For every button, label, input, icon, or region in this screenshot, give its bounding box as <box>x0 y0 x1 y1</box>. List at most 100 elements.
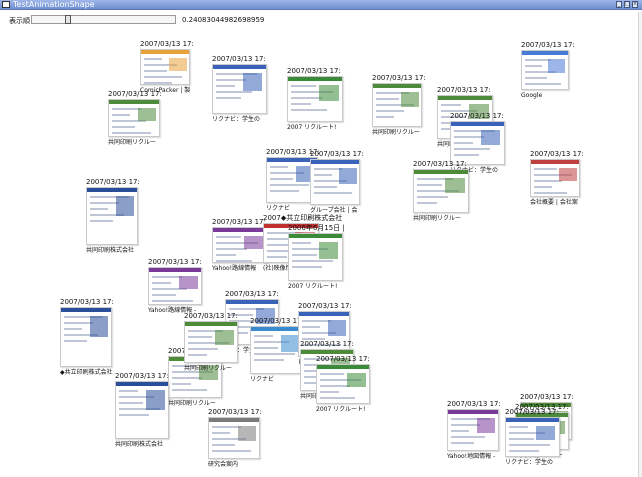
thumbnail-timestamp: 2007/03/13 17: <box>505 408 559 416</box>
page-screenshot <box>212 64 267 114</box>
thumbnail-timestamp: 2007/03/13 17: <box>437 86 491 94</box>
page-screenshot <box>372 83 422 127</box>
title-bar: TestAnimationShape _ □ × <box>0 0 642 10</box>
page-thumbnail[interactable]: 2007/03/13 17: 共同印刷リクルー <box>413 160 481 222</box>
thumbnail-timestamp: 2007/03/13 17: <box>60 298 114 306</box>
thumbnail-timestamp: 2007/03/13 17: <box>115 372 169 380</box>
thumbnail-title: Yahoo!地図情報 - <box>447 453 496 460</box>
right-edge-bar <box>638 12 642 477</box>
thumbnail-title: 共同印刷リクルー <box>372 129 420 136</box>
thumbnail-timestamp: 2007/03/13 17: <box>413 160 467 168</box>
thumbnail-timestamp: 2007/03/13 17: <box>225 290 279 298</box>
page-screenshot <box>505 417 560 457</box>
page-thumbnail[interactable]: 2007/03/13 17: 共同印刷リクルー <box>108 90 172 146</box>
thumbnail-title: リクナビ <box>250 376 275 383</box>
thumbnail-title: グループ会社 | 会 <box>310 207 358 214</box>
thumbnail-title: 会社概要 | 会社案 <box>530 199 578 206</box>
thumbnail-timestamp: 2007/03/13 17: <box>298 302 352 310</box>
thumbnail-title: リクナビ：学生の <box>505 459 554 466</box>
page-screenshot <box>413 169 469 213</box>
thumbnail-timestamp: 2007/03/13 17: <box>521 41 575 49</box>
page-screenshot <box>447 409 499 451</box>
thumbnail-title: Yahoo!路線情報 <box>212 265 257 272</box>
thumbnail-timestamp: 2007/03/13 17: <box>212 55 266 63</box>
thumbnail-timestamp: 2007/03/13 17: <box>250 317 304 325</box>
thumbnail-title: リクナビ：学生の <box>212 116 261 123</box>
thumbnail-timestamp: 2007/03/13 17: <box>208 408 262 416</box>
page-thumbnail[interactable]: 2007/03/13 17: ◆共立印刷株式会社 <box>60 298 124 376</box>
page-thumbnail[interactable]: 2007/03/13 17: グループ会社 | 会 <box>310 150 372 214</box>
thumbnail-timestamp: 2007◆共立印刷株式会社 <box>263 214 343 222</box>
thumbnail-timestamp: 2007/03/13 17: <box>140 40 194 48</box>
page-thumbnail[interactable]: 2007/03/13 17: 共同印刷リクルー <box>372 74 434 136</box>
page-screenshot <box>108 99 160 137</box>
thumbnail-title: 共同印刷株式会社 <box>115 441 164 448</box>
page-thumbnail[interactable]: 2007/03/13 17: 2007 リクルート! <box>287 67 355 131</box>
toolbar: 表示順 0.24083044982698959 <box>0 11 642 27</box>
thumbnail-title: 共同印刷リクルー <box>108 139 156 146</box>
thumbnail-timestamp: 2007/03/13 17: <box>447 400 501 408</box>
page-thumbnail[interactable]: 2007/03/13 17: 共同印刷リクルー <box>184 312 250 372</box>
page-screenshot <box>310 159 360 205</box>
page-screenshot <box>212 227 268 263</box>
page-screenshot <box>287 76 343 122</box>
thumbnail-title: 共同印刷株式会社 <box>86 247 135 254</box>
thumbnail-timestamp: 2007/03/13 17: <box>520 393 574 401</box>
thumbnail-title: 研究会案内 <box>208 461 239 468</box>
page-screenshot <box>521 50 569 90</box>
thumbnail-timestamp: 2007/03/13 17: <box>450 112 504 120</box>
page-screenshot <box>148 267 202 305</box>
slider-value: 0.24083044982698959 <box>182 16 265 24</box>
close-icon[interactable]: × <box>632 1 638 8</box>
thumbnail-title: リクナビ <box>266 205 291 212</box>
page-screenshot <box>288 233 343 281</box>
thumbnail-timestamp: 2007/03/13 17: <box>300 340 354 348</box>
thumbnail-timestamp: 2007/03/13 17: <box>86 178 140 186</box>
page-screenshot <box>184 321 238 363</box>
page-screenshot <box>60 307 112 367</box>
display-order-slider[interactable] <box>31 15 176 24</box>
page-screenshot <box>530 159 580 197</box>
thumbnail-title: Google <box>521 92 543 99</box>
page-thumbnail[interactable]: 2006年6月15日 | 2007 リクルート! <box>288 224 355 290</box>
page-thumbnail[interactable]: 2007/03/13 17: 共同印刷株式会社 <box>115 372 181 448</box>
minimize-icon[interactable]: _ <box>616 1 622 8</box>
thumbnail-timestamp: 2007/03/13 17: <box>530 150 584 158</box>
thumbnail-title: 2007 リクルート! <box>287 124 337 131</box>
page-thumbnail[interactable]: 2007/03/13 17: リクナビ：学生の <box>212 55 279 123</box>
thumbnail-title: 2007 リクルート! <box>288 283 338 290</box>
page-thumbnail[interactable]: 2007/03/13 17: Google <box>521 41 581 99</box>
display-order-label: 表示順 <box>9 17 30 25</box>
slider-thumb[interactable] <box>65 15 72 24</box>
page-screenshot <box>250 326 304 374</box>
window-title: TestAnimationShape <box>13 0 95 9</box>
thumbnail-timestamp: 2007/03/13 17: <box>108 90 162 98</box>
thumbnail-title: 共同印刷リクルー <box>184 365 232 372</box>
thumbnail-title: 共同印刷リクルー <box>413 215 461 222</box>
thumbnail-timestamp: 2007/03/13 17: <box>287 67 341 75</box>
thumbnail-timestamp: 2007/03/13 17: <box>184 312 238 320</box>
page-thumbnail[interactable]: 2007/03/13 17: 会社概要 | 会社案 <box>530 150 592 206</box>
thumbnail-timestamp: 2007/03/13 17: <box>372 74 426 82</box>
page-thumbnail[interactable]: 2007/03/13 17: Yahoo!路線情報 - <box>148 258 214 314</box>
page-screenshot <box>208 417 260 459</box>
thumbnail-title: ◆共立印刷株式会社 <box>60 369 113 376</box>
page-thumbnail[interactable]: 2007/03/13 17: 2007 リクルート! <box>316 355 382 413</box>
page-thumbnail[interactable]: 2007/03/13 17: Yahoo!地図情報 - <box>447 400 511 460</box>
page-thumbnail[interactable]: 2007/03/13 17: リクナビ：学生の <box>505 408 572 466</box>
page-thumbnail[interactable]: 2007/03/13 17: ComicPacker | 製 <box>140 40 202 94</box>
maximize-icon[interactable]: □ <box>624 1 630 8</box>
app-icon <box>2 1 10 8</box>
page-screenshot <box>140 49 190 85</box>
page-screenshot <box>450 121 505 165</box>
thumbnail-timestamp: 2007/03/13 17: <box>310 150 364 158</box>
thumbnail-timestamp: 2007/03/13 17: <box>212 218 266 226</box>
page-screenshot <box>115 381 169 439</box>
page-thumbnail[interactable]: 2007/03/13 17: 研究会案内 <box>208 408 272 468</box>
thumbnail-timestamp: 2007/03/13 17: <box>148 258 202 266</box>
page-screenshot <box>316 364 370 404</box>
thumbnail-timestamp: 2007/03/13 17: <box>316 355 370 363</box>
page-thumbnail[interactable]: 2007/03/13 17: 共同印刷株式会社 <box>86 178 150 254</box>
thumbnail-title: 2007 リクルート! <box>316 406 366 413</box>
thumbnail-timestamp: 2006年6月15日 | <box>288 224 345 232</box>
